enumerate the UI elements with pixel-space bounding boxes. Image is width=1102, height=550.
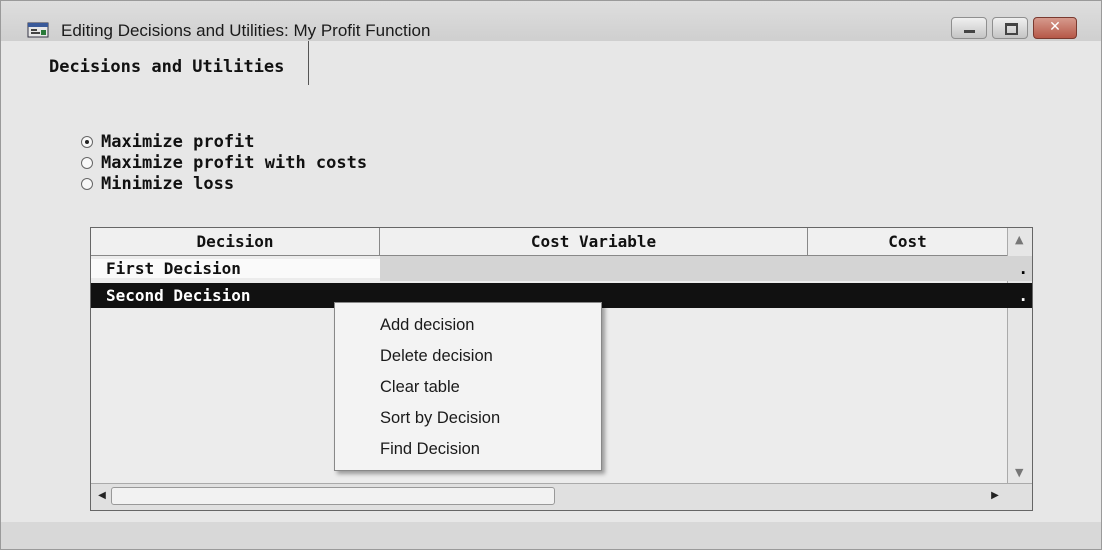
radio-maximize-profit-with-costs[interactable]: Maximize profit with costs [81,152,367,173]
context-menu: Add decision Delete decision Clear table… [334,302,602,471]
column-header-cost[interactable]: Cost [808,228,1008,255]
horizontal-scroll-thumb[interactable] [111,487,555,505]
radio-label: Minimize loss [101,173,235,194]
cost-cell[interactable]: . [1016,256,1032,281]
scroll-left-arrow-icon[interactable]: ◀ [93,487,111,505]
maximize-button[interactable] [992,17,1028,39]
menu-item-delete-decision[interactable]: Delete decision [335,341,601,372]
table-header: Decision Cost Variable Cost [91,228,1032,256]
window-controls [946,17,1077,39]
menu-item-add-decision[interactable]: Add decision [335,310,601,341]
scroll-up-arrow-icon[interactable]: ▲ [1015,233,1023,246]
horizontal-scrollbar[interactable]: ◀ ▶ [91,483,1032,510]
column-header-decision[interactable]: Decision [91,228,380,255]
window-title: Editing Decisions and Utilities: My Prof… [61,21,431,40]
table-row[interactable]: First Decision . [91,256,1032,281]
radio-minimize-loss[interactable]: Minimize loss [81,173,367,194]
cost-variable-cell[interactable] [380,256,1016,281]
close-button[interactable] [1033,17,1077,39]
scroll-down-arrow-icon[interactable]: ▼ [1015,466,1023,479]
cost-cell[interactable]: . [1016,286,1032,305]
radio-label: Maximize profit with costs [101,152,368,173]
title-bar[interactable]: Editing Decisions and Utilities: My Prof… [1,1,1101,41]
radio-label: Maximize profit [101,131,255,152]
radio-unchecked-icon[interactable] [81,177,93,190]
tab-label: Decisions and Utilities [49,57,285,77]
app-window-icon [27,22,49,38]
radio-maximize-profit[interactable]: Maximize profit [81,131,367,152]
scroll-right-arrow-icon[interactable]: ▶ [986,487,1004,505]
radio-checked-icon[interactable] [81,135,93,148]
tab-decisions-and-utilities[interactable]: Decisions and Utilities [49,41,310,85]
radio-unchecked-icon[interactable] [81,156,93,169]
menu-item-clear-table[interactable]: Clear table [335,372,601,403]
editing-decisions-window: Editing Decisions and Utilities: My Prof… [0,0,1102,550]
objective-radio-group: Maximize profit Maximize profit with cos… [81,131,367,194]
decision-cell[interactable]: First Decision [91,259,380,278]
menu-item-sort-by-decision[interactable]: Sort by Decision [335,403,601,434]
menu-item-find-decision[interactable]: Find Decision [335,434,601,465]
bottom-strip [1,522,1101,549]
column-header-cost-variable[interactable]: Cost Variable [380,228,808,255]
minimize-button[interactable] [951,17,987,39]
